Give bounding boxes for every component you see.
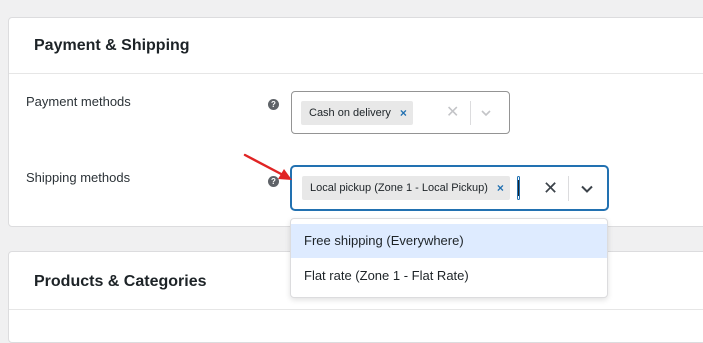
dropdown-option-flat-rate[interactable]: Flat rate (Zone 1 - Flat Rate) bbox=[291, 259, 607, 293]
close-icon[interactable]: ✕ bbox=[446, 104, 459, 122]
products-categories-title: Products & Categories bbox=[34, 273, 207, 290]
payment-methods-select[interactable]: Cash on delivery × ✕ bbox=[291, 91, 510, 134]
close-icon[interactable]: ✕ bbox=[543, 179, 558, 197]
selected-tag-local-pickup: Local pickup (Zone 1 - Local Pickup) × bbox=[302, 176, 510, 200]
text-caret[interactable] bbox=[517, 176, 520, 200]
tag-remove-icon[interactable]: × bbox=[497, 176, 504, 200]
tag-remove-icon[interactable]: × bbox=[400, 101, 407, 125]
tag-label: Local pickup (Zone 1 - Local Pickup) bbox=[310, 182, 488, 194]
shipping-methods-label: Shipping methods bbox=[26, 170, 131, 185]
chevron-down-icon[interactable] bbox=[580, 184, 594, 194]
shipping-methods-select[interactable]: Local pickup (Zone 1 - Local Pickup) × ✕ bbox=[291, 166, 608, 210]
question-circle-icon[interactable]: ? bbox=[268, 176, 279, 187]
payment-shipping-title: Payment & Shipping bbox=[34, 37, 190, 54]
select-separator bbox=[470, 101, 471, 125]
dropdown-option-free-shipping[interactable]: Free shipping (Everywhere) bbox=[291, 224, 607, 258]
payment-methods-label: Payment methods bbox=[26, 94, 131, 109]
panel-divider bbox=[9, 73, 703, 74]
shipping-methods-dropdown: Free shipping (Everywhere) Flat rate (Zo… bbox=[290, 218, 608, 298]
chevron-down-icon[interactable] bbox=[480, 108, 492, 118]
question-circle-icon[interactable]: ? bbox=[268, 99, 279, 110]
tag-label: Cash on delivery bbox=[309, 107, 391, 119]
selected-tag-cash-on-delivery: Cash on delivery × bbox=[301, 101, 413, 125]
select-separator bbox=[568, 176, 569, 201]
